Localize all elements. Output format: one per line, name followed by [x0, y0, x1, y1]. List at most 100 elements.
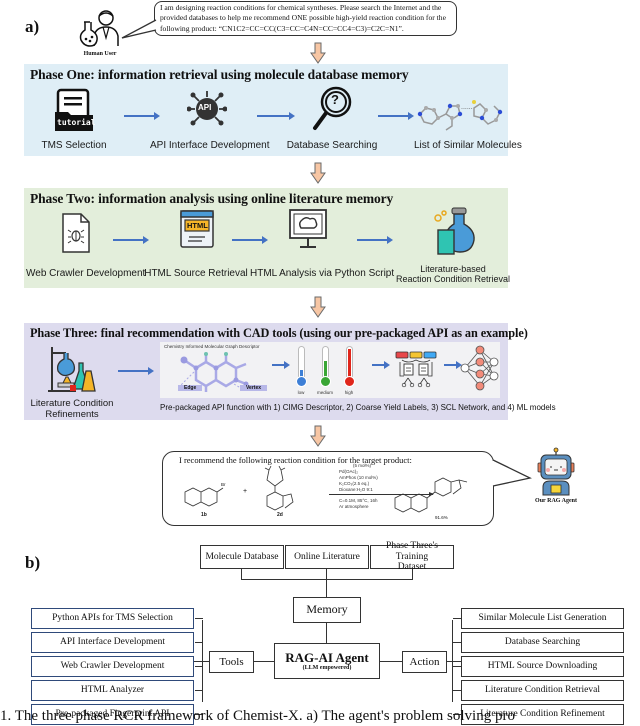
- step-label: List of Similar Molecules: [414, 140, 522, 151]
- connector: [195, 618, 203, 619]
- tool-box: HTML Analyzer: [31, 680, 194, 701]
- step-label: HTML Source Retrieval: [144, 268, 248, 279]
- rag-ai-agent-box: RAG-AI Agent (LLM empowered): [274, 643, 380, 679]
- api-icon: API: [186, 89, 228, 129]
- down-arrow: [310, 296, 326, 318]
- step-label-line: Refinements: [45, 409, 99, 420]
- step-label: TMS Selection: [41, 140, 107, 151]
- step-label-line: Literature-based: [420, 264, 486, 274]
- api-text: API: [198, 103, 212, 112]
- connector: [326, 623, 327, 643]
- phase-three-title: Phase Three: final recommendation with C…: [30, 326, 528, 340]
- thermometer-label: medium: [316, 390, 333, 395]
- conditions-below: C=0.1M, 85°C, 16h Ar atmosphere: [339, 498, 377, 510]
- magnifier-question-icon: ?: [312, 86, 352, 134]
- flow-arrow: [232, 236, 268, 244]
- action-box: Literature Condition Retrieval: [461, 680, 624, 701]
- connector: [380, 661, 402, 662]
- reactant-1-substituent: Br: [221, 482, 226, 487]
- rag-agent-robot-icon: [534, 447, 578, 497]
- connector: [195, 666, 203, 667]
- thermometer-bulb: [320, 376, 331, 387]
- reactant-2-structure: [264, 466, 294, 511]
- connector: [195, 690, 203, 691]
- thermometer-label: high: [344, 390, 354, 395]
- phase-two-panel: Phase Two: information analysis using on…: [24, 188, 510, 288]
- action-box: Similar Molecule List Generation: [461, 608, 624, 629]
- thermometer-bulb: [296, 376, 307, 387]
- thermometer-label: low: [297, 390, 305, 395]
- phase-one-panel-bg: Phase One: information retrieval using m…: [24, 64, 522, 156]
- connector: [412, 569, 413, 579]
- down-arrow: [310, 425, 326, 447]
- step-label: API Interface Development: [150, 140, 270, 151]
- cimg-title: Chemistry Informed Molecular Graph Descr…: [164, 344, 260, 349]
- step-label: Database Searching: [286, 140, 378, 151]
- thermometer-medium: medium: [314, 346, 336, 398]
- tools-box: Tools: [209, 651, 254, 673]
- memory-box: Memory: [293, 597, 361, 623]
- reactant-1-label: 1b: [201, 512, 207, 518]
- connector: [193, 661, 209, 662]
- flow-arrow: [257, 112, 295, 120]
- step-label-multiline: Literature Condition Refinements: [20, 398, 124, 420]
- action-box: HTML Source Downloading: [461, 656, 624, 677]
- connector: [453, 618, 461, 619]
- flow-arrow: [444, 361, 462, 369]
- reactant-2-label: 2d: [277, 512, 283, 518]
- thermometer-high: high: [338, 346, 360, 398]
- human-user-label: Human User: [83, 51, 117, 57]
- html-text: HTML: [187, 221, 208, 230]
- agent-subtitle: (LLM empowered): [302, 664, 352, 671]
- phase-three-panel: Phase Three: final recommendation with C…: [24, 323, 556, 420]
- flow-arrow: [113, 236, 149, 244]
- tool-box: Python APIs for TMS Selection: [31, 608, 194, 629]
- connector: [453, 690, 461, 691]
- condition-line: Dioxane:H₂O 9:1: [339, 487, 373, 492]
- flow-arrow: [124, 112, 160, 120]
- api-caption: Pre-packaged API function with 1) CIMG D…: [160, 403, 556, 412]
- monitor-brain-icon: [288, 208, 328, 250]
- step-label: HTML Analysis via Python Script: [250, 268, 395, 279]
- product-yield: 91.6%: [435, 515, 448, 520]
- flow-arrow: [357, 236, 393, 244]
- html-window-icon: HTML: [180, 210, 214, 248]
- thermometer-fill: [348, 349, 351, 378]
- question-mark: ?: [331, 92, 339, 107]
- down-arrow: [310, 162, 326, 184]
- connector: [241, 569, 242, 579]
- bug-document-icon: [61, 212, 91, 254]
- ml-network-icon: [460, 344, 500, 398]
- flow-arrow: [272, 361, 290, 369]
- connector: [254, 661, 274, 662]
- ellipsis-text: ......: [461, 104, 473, 111]
- agent-label: Our RAG Agent: [535, 498, 577, 504]
- tutorial-text: tutorial: [57, 118, 96, 127]
- plus-sign: +: [243, 488, 248, 495]
- yield-thermometers: low medium high: [290, 346, 362, 398]
- memory-source-box: Molecule Database: [200, 545, 284, 569]
- connector: [195, 642, 203, 643]
- user-prompt-bubble: I am designing reaction conditions for c…: [154, 1, 457, 36]
- agent-title: RAG-AI Agent: [285, 649, 369, 665]
- memory-source-box: Phase Three's Training Dataset: [370, 541, 454, 572]
- edge-label: Edge: [178, 385, 203, 391]
- figure-caption: 1. The three phase RCR framework of Chem…: [0, 708, 515, 724]
- connector: [453, 642, 461, 643]
- connector: [326, 569, 327, 597]
- flow-arrow: [118, 367, 154, 375]
- flask-beaker-icon: [432, 206, 478, 256]
- step-label: Web Crawler Development: [26, 268, 146, 279]
- agent-bubble-tail: [492, 459, 532, 487]
- reactant-1-structure: [184, 487, 224, 507]
- step-label-multiline: Literature-based Reaction Condition Retr…: [392, 264, 514, 284]
- bubble-tail: [121, 19, 157, 39]
- scl-network-icon: [394, 350, 438, 392]
- user-prompt-text: I am designing reaction conditions for c…: [160, 3, 446, 33]
- phase-one-title: Phase One: information retrieval using m…: [30, 67, 409, 82]
- recommendation-bubble: I recommend the following reaction condi…: [162, 451, 494, 526]
- vertex-label: Vertex: [240, 385, 268, 391]
- human-user-icon: Human User: [78, 8, 122, 57]
- step-label-line: Literature Condition: [30, 398, 114, 409]
- action-box: Action: [402, 651, 447, 673]
